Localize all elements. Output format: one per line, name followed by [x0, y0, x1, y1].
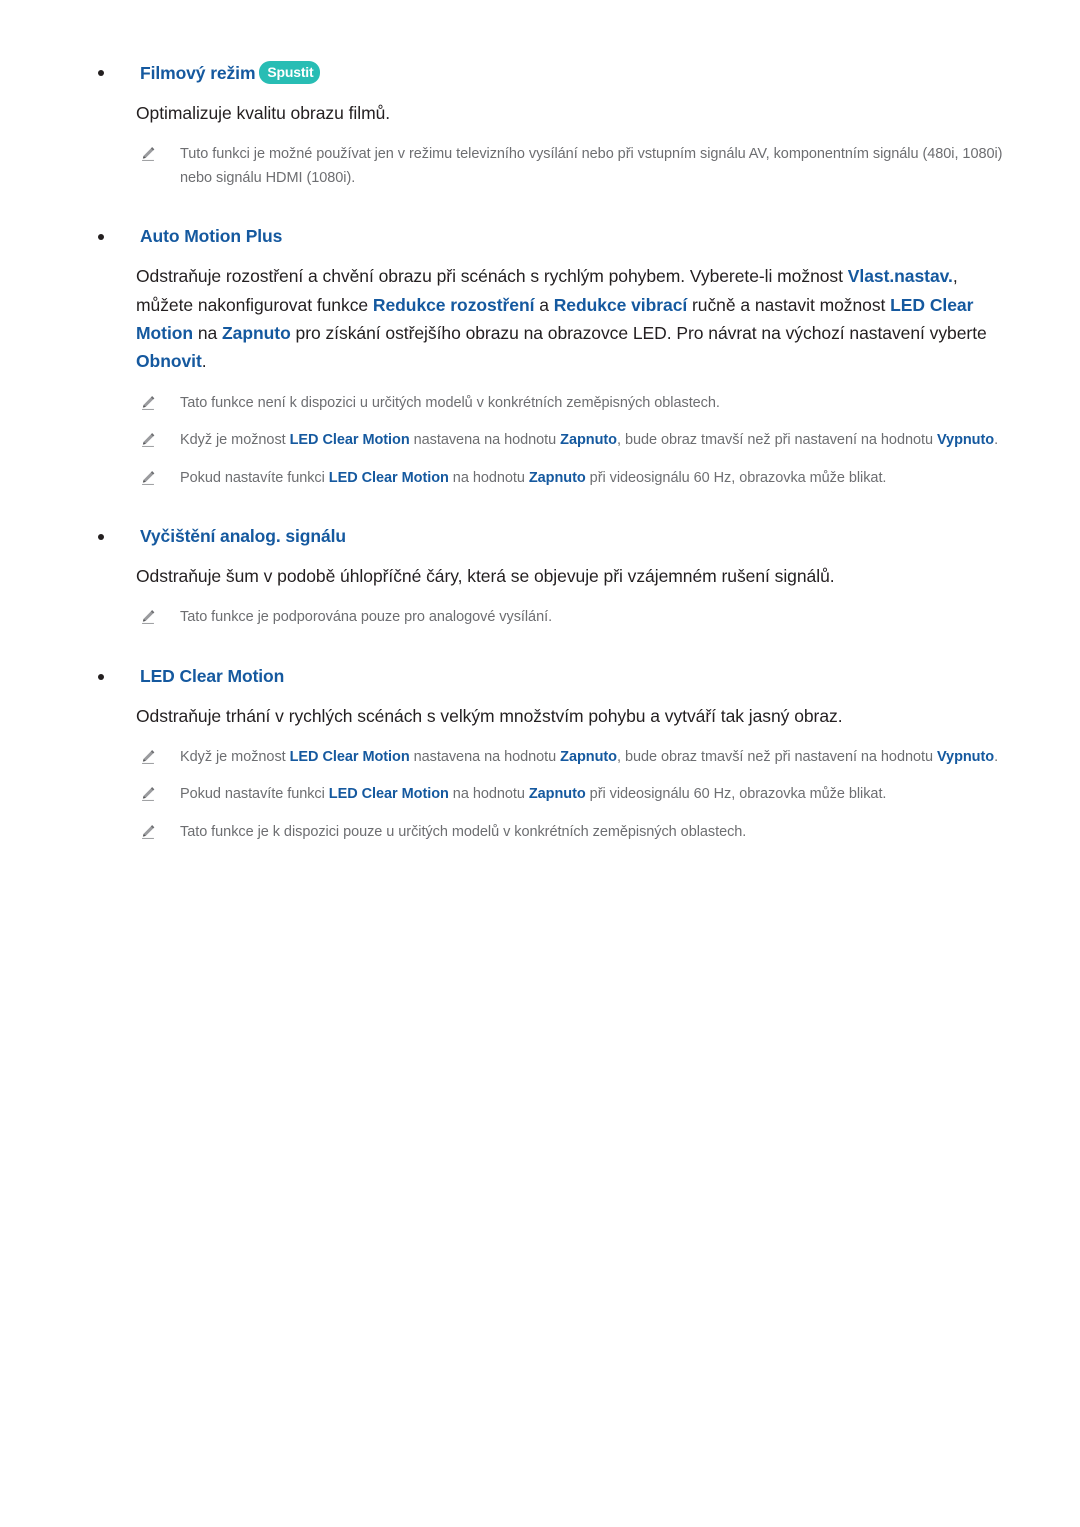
text-run: Když je možnost	[180, 748, 290, 765]
text-run: , bude obraz tmavší než při nastavení na…	[616, 432, 937, 449]
highlighted-term: Vypnuto	[936, 748, 995, 765]
highlighted-term: Zapnuto	[560, 748, 617, 765]
bullet-dot-icon	[98, 70, 104, 76]
text-run: .	[201, 351, 207, 372]
note-text: Když je možnost LED Clear Motion nastave…	[180, 432, 998, 448]
pencil-icon	[142, 750, 155, 764]
note-item: Pokud nastavíte funkci LED Clear Motion …	[136, 467, 1018, 490]
highlighted-term: LED Clear Motion	[289, 748, 410, 765]
section-heading-vycisteni-analog-signalu: Vyčištění analog. signálu	[98, 526, 1018, 548]
highlighted-term: Zapnuto	[528, 786, 586, 803]
note-text: Tato funkce je podporována pouze pro ana…	[180, 609, 552, 625]
text-run: při videosignálu 60 Hz, obrazovka může b…	[585, 469, 887, 486]
pencil-icon	[142, 147, 155, 162]
note-item: Tato funkce je k dispozici pouze u určit…	[136, 821, 1018, 844]
text-run: ručně a nastavit možnost	[687, 294, 891, 315]
text-run: a	[534, 294, 554, 315]
text-run: na hodnotu	[448, 469, 529, 486]
highlighted-term: Redukce vibrací	[553, 294, 688, 315]
bullet-dot-icon	[98, 234, 104, 241]
highlighted-term: Vypnuto	[936, 432, 995, 449]
section-heading-label: Auto Motion Plus	[140, 226, 283, 247]
highlighted-term: Zapnuto	[560, 432, 617, 449]
highlighted-term: Zapnuto	[222, 322, 291, 343]
section-heading-auto-motion-plus: Auto Motion Plus	[98, 226, 1018, 248]
document-content: Filmový režim Spustit Optimalizuje kvalitu…	[62, 61, 1018, 845]
section-auto-motion-plus: Auto Motion Plus Odstraňuje rozostření a …	[62, 226, 1018, 490]
note-item: Tato funkce není k dispozici u určitých …	[136, 392, 1018, 415]
section-heading-filmovy-rezim: Filmový režim Spustit	[98, 61, 1018, 85]
document-page: Filmový režim Spustit Optimalizuje kvalitu…	[0, 0, 1080, 1527]
pencil-icon	[142, 825, 155, 839]
section-heading-label: Vyčištění analog. signálu	[140, 526, 346, 547]
section-vycisteni-analog-signalu: Vyčištění analog. signálu Odstraňuje šum …	[62, 526, 1018, 630]
highlighted-term: LED Clear Motion	[289, 432, 410, 449]
text-run: Odstraňuje šum v podobě úhlopříčné čáry,…	[136, 565, 835, 586]
pencil-icon	[142, 470, 155, 485]
section-body-paragraph: Odstraňuje rozostření a chvění obrazu př…	[136, 262, 1018, 375]
text-run: při videosignálu 60 Hz, obrazovka může b…	[585, 786, 887, 803]
text-run: Odstraňuje trhání v rychlých scénách s v…	[136, 705, 843, 726]
text-run: Tato funkce není k dispozici u určitých …	[180, 394, 720, 411]
text-run: Odstraňuje rozostření a chvění obrazu př…	[136, 266, 848, 287]
highlighted-term: Obnovit	[136, 351, 202, 372]
text-run: na	[193, 322, 223, 343]
highlighted-term: Redukce rozostření	[372, 294, 535, 315]
text-run: Pokud nastavíte funkci	[180, 786, 329, 803]
note-item: Pokud nastavíte funkci LED Clear Motion …	[136, 783, 1018, 806]
section-heading-label: LED Clear Motion	[140, 665, 285, 686]
note-text: Pokud nastavíte funkci LED Clear Motion …	[180, 786, 886, 802]
note-item: Když je možnost LED Clear Motion nastave…	[136, 746, 1018, 769]
text-run: , bude obraz tmavší než při nastavení na…	[616, 748, 937, 765]
text-run: Pokud nastavíte funkci	[180, 469, 329, 486]
text-run: .	[994, 432, 999, 449]
note-item: Tato funkce je podporována pouze pro ana…	[136, 606, 1018, 629]
text-run: Optimalizuje kvalitu obrazu filmů.	[136, 103, 391, 123]
note-text: Když je možnost LED Clear Motion nastave…	[180, 749, 998, 765]
bullet-dot-icon	[98, 534, 104, 541]
pencil-icon	[142, 433, 155, 447]
section-body-paragraph: Odstraňuje trhání v rychlých scénách s v…	[136, 702, 1018, 730]
highlighted-term: Zapnuto	[528, 469, 586, 486]
text-run: Tuto funkci je možné používat jen v reži…	[180, 146, 1003, 186]
text-run: na hodnotu	[448, 786, 529, 803]
section-body-paragraph: Optimalizuje kvalitu obrazu filmů.	[136, 99, 1018, 127]
text-run: .	[994, 748, 999, 765]
section-led-clear-motion: LED Clear Motion Odstraňuje trhání v rych…	[62, 666, 1018, 845]
text-run: pro získání ostřejšího obrazu na obrazov…	[290, 322, 987, 343]
highlighted-term: Vlast.nastav.	[847, 266, 953, 287]
highlighted-term: LED Clear Motion	[328, 786, 449, 803]
note-text: Tuto funkci je možné používat jen v reži…	[180, 146, 1002, 185]
text-run: Když je možnost	[180, 432, 290, 449]
pencil-icon	[142, 395, 155, 410]
note-text: Pokud nastavíte funkci LED Clear Motion …	[180, 470, 886, 486]
highlighted-term: LED Clear Motion	[328, 469, 449, 486]
text-run: nastavena na hodnotu	[409, 432, 561, 449]
note-text: Tato funkce není k dispozici u určitých …	[180, 395, 720, 411]
pencil-icon	[142, 787, 155, 802]
text-run: Tato funkce je podporována pouze pro ana…	[180, 609, 553, 626]
pencil-icon	[142, 610, 155, 625]
section-heading-label: Filmový režim	[140, 63, 256, 83]
bullet-dot-icon	[98, 673, 104, 680]
note-text: Tato funkce je k dispozici pouze u určit…	[180, 824, 746, 840]
text-run: Tato funkce je k dispozici pouze u určit…	[180, 823, 747, 840]
note-item: Když je možnost LED Clear Motion nastave…	[136, 429, 1018, 452]
section-heading-led-clear-motion: LED Clear Motion	[98, 666, 1018, 688]
section-filmovy-rezim: Filmový režim Spustit Optimalizuje kvalitu…	[62, 61, 1018, 190]
section-body-paragraph: Odstraňuje šum v podobě úhlopříčné čáry,…	[136, 562, 1018, 590]
note-item: Tuto funkci je možné používat jen v reži…	[136, 143, 1018, 190]
spustit-badge[interactable]: Spustit	[259, 61, 321, 84]
text-run: nastavena na hodnotu	[409, 748, 561, 765]
